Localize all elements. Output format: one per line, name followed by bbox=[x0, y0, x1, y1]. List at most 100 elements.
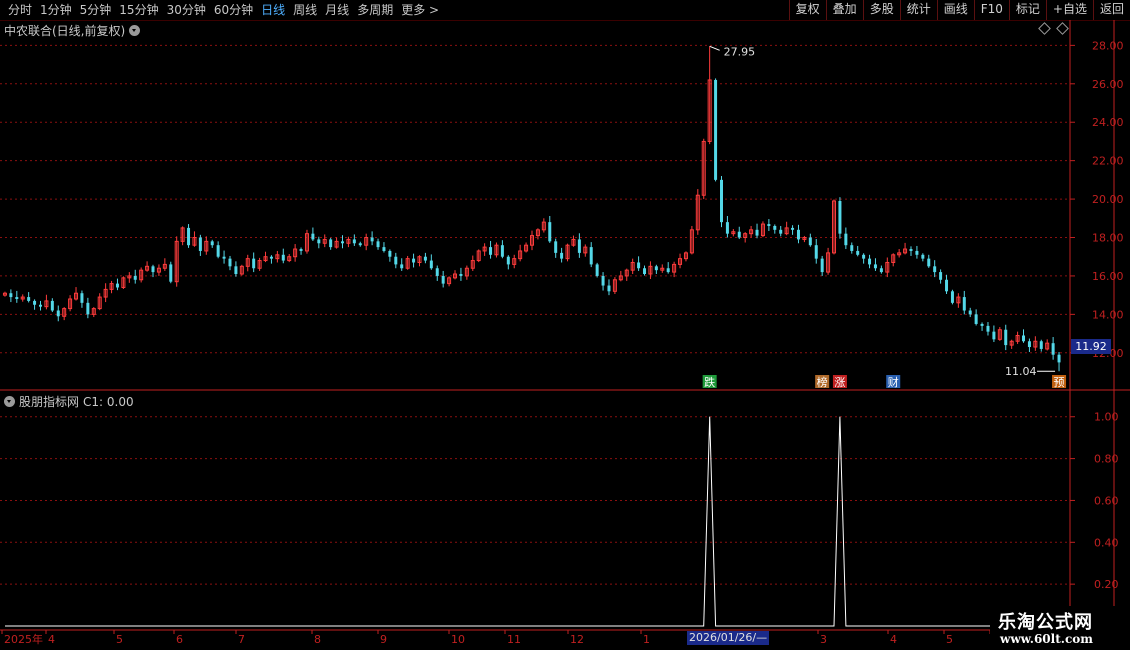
y-tick-label: 28.00 bbox=[1092, 39, 1124, 52]
candle-body bbox=[329, 239, 333, 248]
candle-body bbox=[489, 247, 493, 255]
candle-body bbox=[459, 274, 463, 276]
candle-body bbox=[441, 275, 445, 284]
candle-body bbox=[506, 256, 510, 265]
y-tick-label: 0.20 bbox=[1094, 578, 1119, 591]
candle-body bbox=[986, 325, 990, 332]
chevron-down-icon[interactable] bbox=[4, 396, 15, 407]
candle-body bbox=[1057, 354, 1061, 363]
candle-body bbox=[577, 239, 581, 253]
candle-body bbox=[719, 179, 723, 223]
y-tick-label: 0.40 bbox=[1094, 536, 1119, 549]
candle-body bbox=[589, 247, 593, 265]
candle-body bbox=[412, 258, 416, 263]
candle-body bbox=[927, 258, 931, 267]
candle-body bbox=[791, 227, 795, 230]
date-label: 3 bbox=[820, 633, 827, 646]
candle-body bbox=[500, 245, 504, 257]
date-label: 8 bbox=[314, 633, 321, 646]
candle-body bbox=[115, 283, 119, 288]
candle-body bbox=[939, 272, 943, 280]
candle-body bbox=[654, 266, 658, 271]
date-highlight: 2026/01/26/— bbox=[687, 631, 770, 645]
candle-body bbox=[844, 233, 848, 246]
candle-body bbox=[27, 297, 31, 301]
high-pointer bbox=[709, 45, 720, 51]
candle-body bbox=[423, 256, 427, 261]
event-label: 涨 bbox=[834, 376, 845, 389]
watermark-logo: 乐淘公式网 www.60lt.com bbox=[990, 606, 1130, 650]
candle-body bbox=[169, 264, 173, 282]
candle-body bbox=[382, 247, 386, 251]
candle-body bbox=[838, 201, 842, 234]
candle-body bbox=[601, 275, 605, 286]
last-price-badge: 11.92 bbox=[1071, 339, 1111, 354]
candle-body bbox=[779, 229, 783, 234]
candle-body bbox=[850, 245, 854, 251]
candle-body bbox=[637, 262, 641, 269]
candle-body bbox=[962, 297, 966, 311]
candle-body bbox=[933, 266, 937, 273]
y-tick-label: 14.00 bbox=[1092, 308, 1124, 321]
high-label: 27.95 bbox=[724, 45, 756, 58]
y-tick-label: 0.60 bbox=[1094, 494, 1119, 507]
candle-body bbox=[80, 293, 84, 303]
candlestick-chart: 12.0014.0016.0018.0020.0022.0024.0026.00… bbox=[0, 20, 1130, 646]
candle-body bbox=[133, 275, 137, 280]
candle-body bbox=[643, 268, 647, 275]
candle-body bbox=[56, 310, 60, 317]
candle-body bbox=[50, 300, 54, 311]
candle-body bbox=[915, 250, 919, 255]
y-tick-label: 1.00 bbox=[1094, 411, 1119, 424]
candle-body bbox=[879, 268, 883, 273]
candle-body bbox=[358, 243, 362, 246]
candle-body bbox=[554, 241, 558, 253]
indicator-title-bar: 股朋指标网 C1: 0.00 bbox=[4, 393, 134, 410]
candle-body bbox=[992, 331, 996, 340]
indicator-value: C1: 0.00 bbox=[83, 394, 134, 409]
candle-body bbox=[222, 256, 226, 259]
candle-body bbox=[228, 258, 232, 267]
candle-body bbox=[234, 266, 238, 275]
candle-body bbox=[873, 264, 877, 269]
candle-body bbox=[974, 314, 978, 324]
date-label: 4 bbox=[48, 633, 55, 646]
candle-body bbox=[856, 250, 860, 255]
candle-body bbox=[1004, 329, 1008, 346]
candle-body bbox=[370, 237, 374, 242]
y-tick-label: 18.00 bbox=[1092, 232, 1124, 245]
candle-body bbox=[281, 254, 285, 261]
candle-body bbox=[767, 224, 771, 226]
event-label: 榜 bbox=[817, 375, 828, 389]
candle-body bbox=[820, 258, 824, 273]
candle-body bbox=[299, 249, 303, 251]
candle-body bbox=[808, 237, 812, 246]
candle-body bbox=[1051, 343, 1055, 355]
candle-body bbox=[9, 293, 13, 298]
y-tick-label: 0.80 bbox=[1094, 453, 1119, 466]
event-label: 预 bbox=[1054, 376, 1065, 389]
candle-body bbox=[796, 229, 800, 240]
date-label: 4 bbox=[890, 633, 897, 646]
candle-body bbox=[187, 227, 191, 246]
candle-body bbox=[252, 258, 256, 269]
date-label: 7 bbox=[238, 633, 245, 646]
date-label: 5 bbox=[116, 633, 123, 646]
date-label: 10 bbox=[451, 633, 465, 646]
candle-body bbox=[394, 256, 398, 265]
candle-body bbox=[862, 254, 866, 259]
candle-body bbox=[945, 279, 949, 292]
candle-body bbox=[666, 268, 670, 273]
candle-body bbox=[388, 250, 392, 257]
candle-body bbox=[737, 231, 741, 238]
candle-body bbox=[950, 291, 954, 303]
candle-body bbox=[548, 222, 552, 242]
candle-body bbox=[317, 239, 321, 244]
y-tick-label: 26.00 bbox=[1092, 78, 1124, 91]
date-label: 9 bbox=[380, 633, 387, 646]
event-label: 财 bbox=[888, 375, 899, 389]
candle-body bbox=[921, 254, 925, 259]
candle-body bbox=[909, 249, 913, 251]
candle-body bbox=[151, 266, 155, 273]
date-label: 11 bbox=[507, 633, 521, 646]
